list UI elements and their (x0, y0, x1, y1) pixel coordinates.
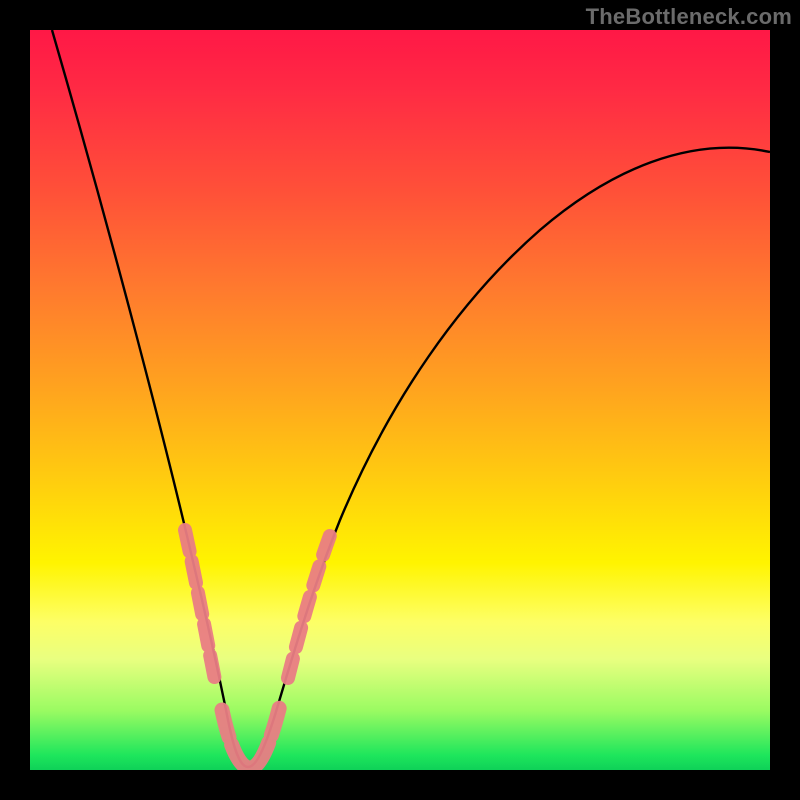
chart-frame: TheBottleneck.com (0, 0, 800, 800)
brand-watermark: TheBottleneck.com (586, 4, 792, 30)
highlight-right (288, 530, 332, 678)
highlight-bottom (222, 705, 280, 768)
highlight-left (185, 530, 216, 685)
bottleneck-curve (52, 30, 770, 767)
curve-overlay (30, 30, 770, 770)
